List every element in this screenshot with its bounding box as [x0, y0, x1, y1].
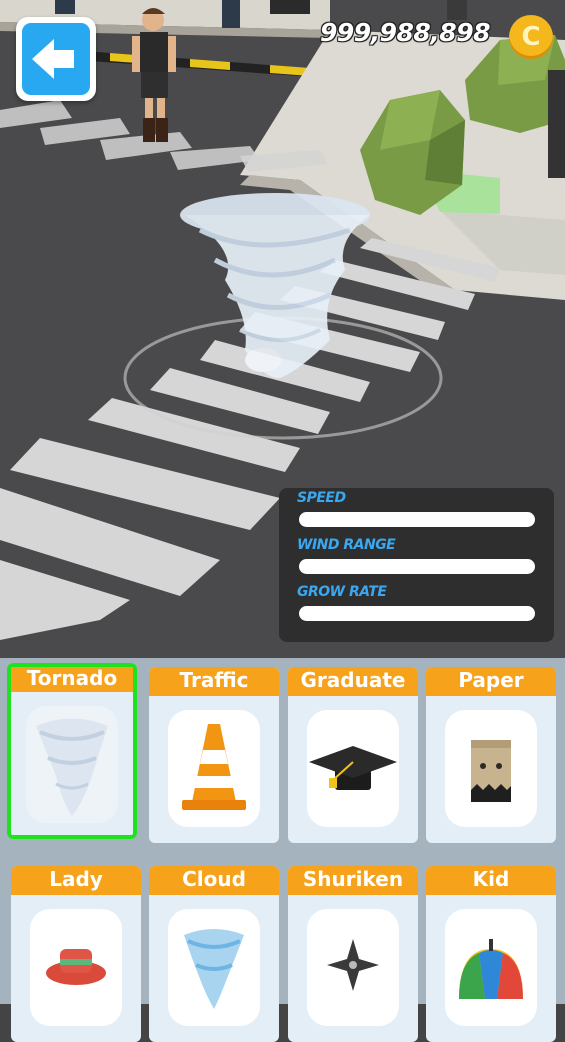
skin-card-label: Lady [49, 867, 103, 891]
skin-card-label: Kid [472, 867, 510, 891]
grow-rate-bar [299, 606, 535, 621]
skin-card-kid[interactable]: Kid [426, 866, 556, 1042]
skin-card-shuriken[interactable]: Shuriken [288, 866, 418, 1042]
grow-rate-label: GROW RATE [297, 584, 387, 600]
paper-bag-icon [471, 740, 511, 802]
skin-card-cloud[interactable]: Cloud [149, 866, 279, 1042]
skin-card-label: Cloud [182, 867, 246, 891]
back-button[interactable] [16, 17, 96, 101]
skin-card-label: Paper [458, 668, 524, 692]
coin-icon: C [509, 15, 553, 59]
speed-label: SPEED [297, 490, 346, 506]
propeller-hat-icon [459, 939, 523, 999]
skin-card-label: Graduate [300, 668, 406, 692]
skin-card-paper[interactable]: Paper [426, 667, 556, 843]
tornado-icon [36, 718, 108, 816]
skin-card-traffic[interactable]: Traffic [149, 667, 279, 843]
skin-card-label: Shuriken [302, 867, 404, 891]
traffic-cone-icon [182, 724, 246, 810]
speed-bar [299, 512, 535, 527]
stats-panel: SPEED WIND RANGE GROW RATE [279, 488, 554, 642]
lady-hat-icon [46, 949, 106, 985]
skin-card-label: Traffic [179, 668, 249, 692]
left-arrow-icon [32, 39, 74, 79]
skin-selection-panel: Tornado Traffic Graduate Paper Lady Clou… [0, 658, 565, 1042]
skin-card-lady[interactable]: Lady [11, 866, 141, 1042]
shuriken-icon [327, 939, 379, 991]
wind-range-bar [299, 559, 535, 574]
wind-range-label: WIND RANGE [297, 537, 396, 553]
skin-card-tornado[interactable]: Tornado [7, 663, 137, 839]
skin-card-label: Tornado [26, 666, 118, 690]
skin-card-graduate[interactable]: Graduate [288, 667, 418, 843]
graduation-cap-icon [309, 746, 397, 790]
coin-count: 999,988,898 [319, 18, 491, 47]
cloud-tornado-icon [184, 929, 244, 1009]
